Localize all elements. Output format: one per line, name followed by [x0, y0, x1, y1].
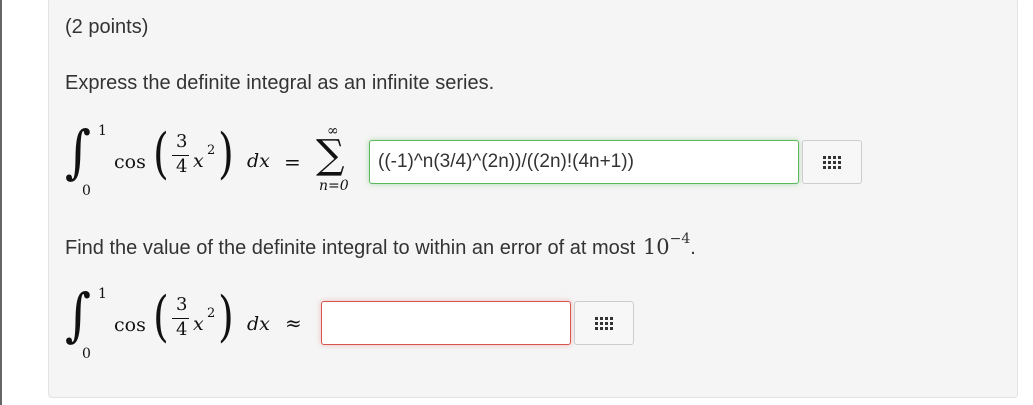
right-paren: ): [218, 122, 234, 185]
left-paren: (: [153, 285, 169, 348]
math-keyboard-button-2[interactable]: [574, 301, 634, 345]
cos-function: cos: [114, 314, 146, 336]
value-answer-field[interactable]: [321, 301, 571, 345]
prompt-value-period: .: [690, 237, 696, 259]
fraction-numerator: 3: [176, 131, 188, 152]
math-keyboard-icon: [823, 155, 841, 169]
integral-upper-limit: 1: [98, 286, 107, 302]
exponent-2: 2: [207, 306, 216, 321]
points-label: (2 points): [65, 16, 149, 38]
variable-x: x: [193, 150, 204, 172]
left-paren: (: [153, 122, 169, 185]
variable-x: x: [193, 313, 204, 335]
sum-lower-limit: n=0: [319, 178, 349, 194]
integral-sign: ∫: [65, 281, 92, 349]
question-panel: (2 points) Express the definite integral…: [48, 0, 1018, 398]
differential-dx: dx: [247, 313, 270, 335]
approx-sign: ≈: [285, 311, 302, 335]
integral-sign: ∫: [65, 118, 92, 186]
integral-equation-2: ∫ 1 0 cos ( 3 4 x 2 ) dx ≈: [65, 286, 315, 366]
fraction-denominator: 4: [176, 156, 188, 177]
cos-function: cos: [114, 151, 146, 173]
integral-equation-1: ∫ 1 0 cos ( 3 4 x 2 ) dx = ∞ ∑ n=0: [65, 123, 365, 203]
question-prompt-series: Express the definite integral as an infi…: [65, 72, 495, 94]
exponent-2: 2: [207, 143, 216, 158]
summation-sign: ∑: [316, 132, 345, 178]
prompt-value-text: Find the value of the definite integral …: [65, 237, 636, 259]
question-prompt-value: Find the value of the definite integral …: [65, 231, 696, 260]
series-answer-field[interactable]: ((-1)^n(3/4)^(2n))/((2n)!(4n+1)): [369, 140, 799, 184]
right-paren: ): [218, 285, 234, 348]
error-bound-base: 10: [642, 235, 670, 259]
integral-upper-limit: 1: [98, 123, 107, 139]
differential-dx: dx: [247, 150, 270, 172]
fraction-numerator: 3: [176, 294, 188, 315]
error-bound: 10−4: [642, 231, 690, 259]
equals-sign: =: [284, 150, 301, 174]
fraction-denominator: 4: [176, 319, 188, 340]
math-keyboard-button-1[interactable]: [802, 140, 862, 184]
error-bound-exponent: −4: [669, 231, 691, 247]
math-keyboard-icon: [595, 316, 613, 330]
left-border: [0, 0, 2, 405]
integral-lower-limit: 0: [82, 346, 91, 362]
integral-lower-limit: 0: [82, 183, 91, 199]
